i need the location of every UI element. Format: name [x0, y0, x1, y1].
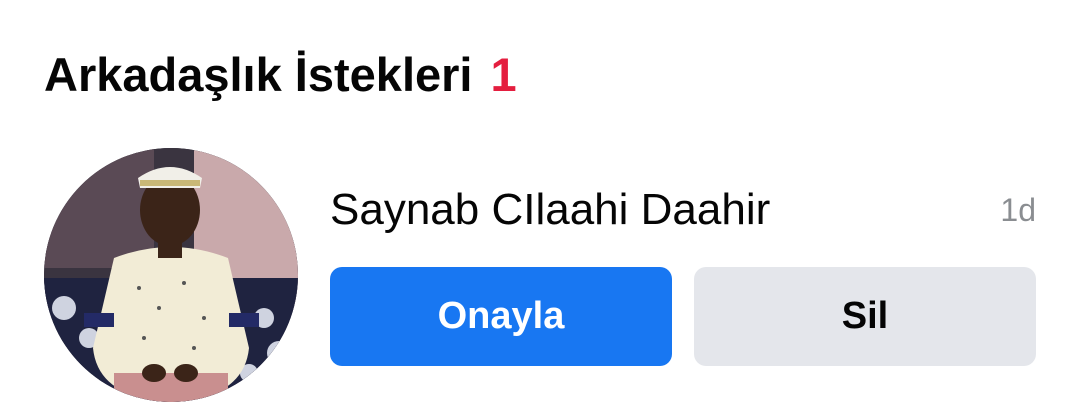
- requester-name[interactable]: Saynab CIlaahi Daahir: [330, 184, 770, 236]
- avatar[interactable]: [44, 148, 298, 402]
- profile-photo: [44, 148, 298, 402]
- delete-button[interactable]: Sil: [694, 267, 1036, 366]
- confirm-button[interactable]: Onayla: [330, 267, 672, 366]
- request-timestamp: 1d: [1000, 192, 1036, 228]
- friend-requests-header: Arkadaşlık İstekleri 1: [44, 44, 517, 104]
- section-title: Arkadaşlık İstekleri: [44, 47, 473, 101]
- friend-request-item: Saynab CIlaahi Daahir 1d Onayla Sil: [0, 140, 1080, 405]
- friend-requests-page: Arkadaşlık İstekleri 1 Saynab CIlaahi Da…: [0, 0, 1080, 405]
- request-count-badge: 1: [490, 47, 517, 101]
